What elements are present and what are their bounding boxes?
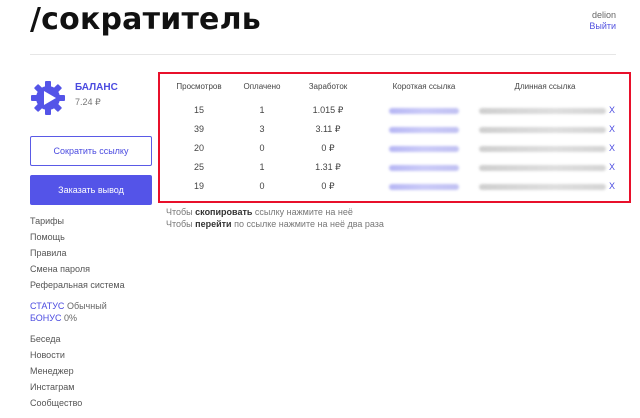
shorten-link-button[interactable]: Сократить ссылку [30,136,152,166]
bonus-key: БОНУС [30,313,62,323]
row-earned: 1.31 ₽ [315,162,341,172]
delete-link-button[interactable]: X [609,105,615,115]
sidebar-item-change-password[interactable]: Смена пароля [30,261,125,277]
site-logo[interactable]: /сократитель [30,2,261,37]
col-header-views: Просмотров [176,82,222,91]
header-divider [30,54,616,55]
delete-link-button[interactable]: X [609,143,615,153]
sidebar-item-rules[interactable]: Правила [30,245,125,261]
row-paid: 3 [259,124,265,134]
sidebar-item-news[interactable]: Новости [30,347,82,363]
row-views: 25 [193,162,204,172]
copy-hint-word: скопировать [195,207,253,217]
sidebar-item-chat[interactable]: Беседа [30,331,82,347]
row-views: 15 [193,105,204,115]
row-paid: 1 [259,162,265,172]
copy-hint: Чтобы скопировать ссылку нажмите на неё [166,207,353,217]
user-panel: delion Выйти [589,10,616,32]
row-earned: 3.11 ₽ [315,124,341,134]
long-link[interactable] [479,146,606,152]
sidebar-item-help[interactable]: Помощь [30,229,125,245]
row-earned: 0 ₽ [321,143,335,153]
row-views: 39 [193,124,204,134]
gear-play-icon [31,81,65,115]
long-link[interactable] [479,184,606,190]
account-status: СТАТУС Обычный БОНУС 0% [30,300,107,324]
row-paid: 0 [259,181,265,191]
col-header-earned: Заработок [308,82,348,91]
logout-link[interactable]: Выйти [589,21,616,32]
open-hint: Чтобы перейти по ссылке нажмите на неё д… [166,219,384,229]
row-paid: 1 [259,105,265,115]
long-link[interactable] [479,165,606,171]
copy-hint-prefix: Чтобы [166,207,193,217]
username: delion [591,10,616,20]
open-hint-word: перейти [195,219,232,229]
sidebar-item-instagram[interactable]: Инстаграм [30,379,82,395]
short-link[interactable] [389,146,459,152]
bonus-value: 0% [64,313,78,323]
status-key: СТАТУС [30,301,65,311]
row-paid: 0 [259,143,265,153]
short-link[interactable] [389,184,459,190]
open-hint-prefix: Чтобы [166,219,193,229]
delete-link-button[interactable]: X [609,181,615,191]
short-link[interactable] [389,108,459,114]
sidebar-menu-secondary: Беседа Новости Менеджер Инстаграм Сообще… [30,331,82,411]
long-link[interactable] [479,127,606,133]
delete-link-button[interactable]: X [609,162,615,172]
balance-label: БАЛАНС [75,82,118,93]
row-earned: 0 ₽ [321,181,335,191]
status-value: Обычный [66,301,107,311]
row-earned: 1.015 ₽ [312,105,344,115]
sidebar-item-manager[interactable]: Менеджер [30,363,82,379]
short-link[interactable] [389,127,459,133]
sidebar-menu: Тарифы Помощь Правила Смена пароля Рефер… [30,213,125,293]
delete-link-button[interactable]: X [609,124,615,134]
sidebar-item-referral[interactable]: Реферальная система [30,277,125,293]
short-link[interactable] [389,165,459,171]
long-link[interactable] [479,108,606,114]
sidebar-item-community[interactable]: Сообщество [30,395,82,411]
open-hint-suffix: по ссылке нажмите на неё два раза [234,219,384,229]
row-views: 20 [193,143,204,153]
sidebar-item-tariffs[interactable]: Тарифы [30,213,125,229]
copy-hint-suffix: ссылку нажмите на неё [254,207,353,217]
col-header-long-link: Длинная ссылка [514,82,576,91]
col-header-short-link: Короткая ссылка [392,82,456,91]
order-withdrawal-button[interactable]: Заказать вывод [30,175,152,205]
col-header-paid: Оплачено [243,82,281,91]
row-views: 19 [193,181,204,191]
balance-value: 7.24 ₽ [75,97,101,107]
